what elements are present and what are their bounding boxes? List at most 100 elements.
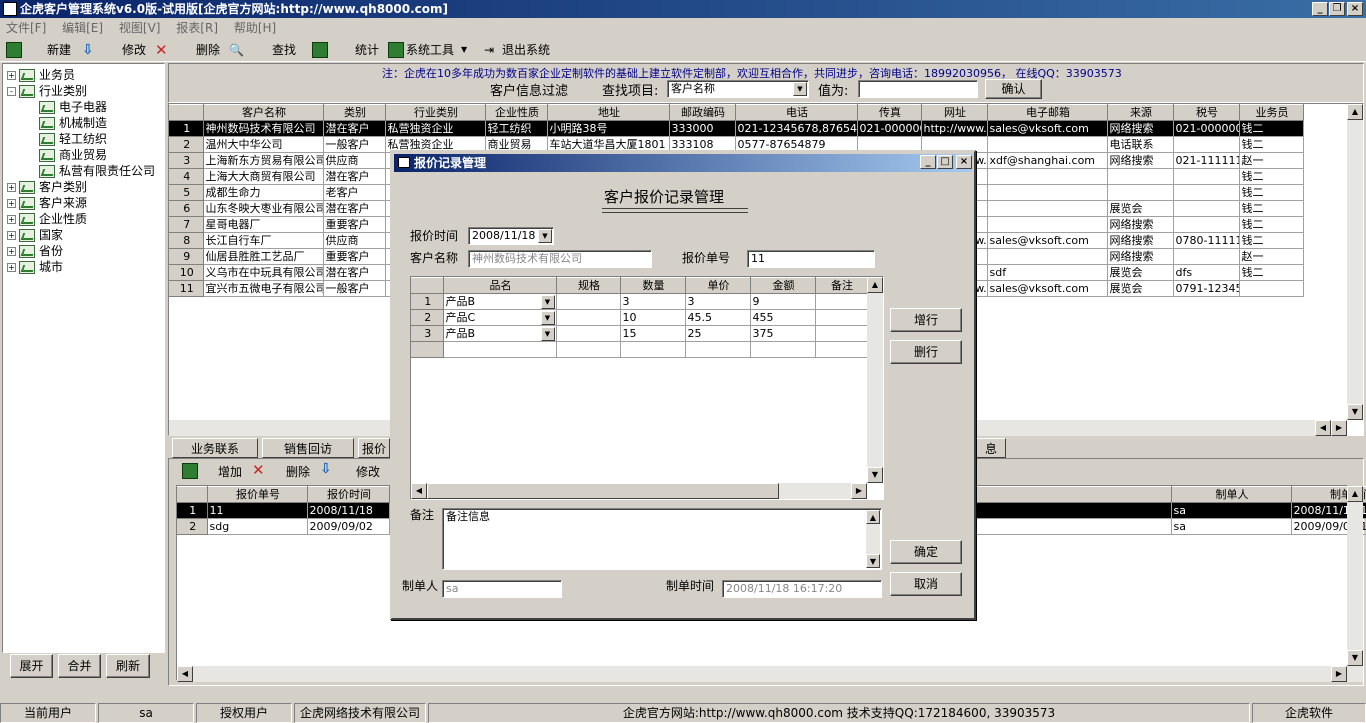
table-cell[interactable]: 钱二	[1239, 136, 1304, 153]
tree-item[interactable]: 商业贸易	[39, 147, 107, 163]
table-cell[interactable]	[556, 293, 621, 310]
table-cell[interactable]: 轻工纺织	[485, 120, 548, 137]
dialog-minimize-button[interactable]: _	[920, 155, 936, 169]
tree-item[interactable]: 私营有限责任公司	[39, 163, 155, 179]
table-cell[interactable]: sdf	[987, 264, 1108, 281]
filter-field-select[interactable]: 客户名称 ▼	[667, 80, 809, 98]
scroll-down-icon[interactable]: ▼	[866, 554, 880, 568]
restore-button[interactable]: ❐	[1329, 2, 1345, 16]
table-cell[interactable]: 网络搜索	[1107, 216, 1174, 233]
minimize-button[interactable]: _	[1312, 2, 1328, 16]
cust-column-header[interactable]: 税号	[1173, 104, 1240, 121]
tree-item[interactable]: + 企业性质	[7, 211, 87, 227]
table-cell[interactable]	[987, 136, 1108, 153]
expand-button[interactable]: 展开	[10, 654, 53, 678]
delete-button[interactable]: 删除	[196, 40, 220, 60]
table-cell[interactable]: 赵一	[1239, 152, 1304, 169]
table-cell[interactable]	[556, 309, 621, 326]
table-cell[interactable]: 潜在客户	[323, 168, 386, 185]
scroll-left-icon[interactable]: ◀	[1315, 420, 1331, 436]
category-tree[interactable]: + 业务员 - 行业类别 电子电器 机械制造 轻工纺织 商业贸易 私营有限责任公司 + 客户类别 + 客…	[2, 63, 165, 653]
table-cell[interactable]: 11	[207, 502, 308, 519]
date-input[interactable]: 2008/11/18 ▼	[468, 227, 554, 245]
table-cell[interactable]: 电话联系	[1107, 136, 1174, 153]
expand-plus-icon[interactable]: +	[7, 71, 16, 80]
table-cell[interactable]: 上海大大商贸有限公司	[203, 168, 324, 185]
tree-item[interactable]: + 城市	[7, 259, 63, 275]
table-cell[interactable]: 义乌市在中玩具有限公司	[203, 264, 324, 281]
expand-plus-icon[interactable]: +	[7, 263, 16, 272]
table-cell[interactable]: 钱二	[1239, 120, 1304, 137]
table-cell[interactable]: 2008/11/18	[307, 502, 390, 519]
table-cell[interactable]: 一般客户	[323, 136, 386, 153]
table-cell[interactable]: 温州大中华公司	[203, 136, 324, 153]
expand-plus-icon[interactable]: +	[7, 231, 16, 240]
table-cell[interactable]: 山东冬映大枣业有限公司	[203, 200, 324, 217]
chevron-down-icon[interactable]: ▼	[540, 295, 555, 309]
expand-plus-icon[interactable]: +	[7, 199, 16, 208]
tools-button[interactable]: 系统工具	[406, 40, 454, 60]
table-cell[interactable]	[1173, 216, 1240, 233]
chevron-down-icon[interactable]: ▼	[540, 327, 555, 341]
search-button[interactable]: 查找	[272, 40, 296, 60]
table-cell[interactable]	[556, 325, 621, 342]
tree-item[interactable]: + 业务员	[7, 67, 75, 83]
table-cell[interactable]	[987, 168, 1108, 185]
dialog-close-button[interactable]: ×	[956, 155, 972, 169]
table-cell[interactable]: 2009/09/02	[307, 518, 390, 535]
menu-report[interactable]: 报表[R]	[176, 18, 218, 38]
table-cell[interactable]: 钱二	[1239, 216, 1304, 233]
table-cell[interactable]	[1107, 184, 1174, 201]
items-grid[interactable]: 品名 规格 数量 单价 金额 备注 1 产品B ▼ 3 3 9 2 产品C ▼ 10 45.5 455…	[410, 276, 884, 500]
table-cell[interactable]: 9	[750, 293, 816, 310]
table-cell[interactable]	[556, 341, 621, 358]
items-vscroll[interactable]: ▲ ▼	[867, 277, 883, 483]
table-cell[interactable]: 仙居县胜胜工艺品厂	[203, 248, 324, 265]
table-cell[interactable]	[685, 341, 751, 358]
table-cell[interactable]: 钱二	[1239, 168, 1304, 185]
items-hscroll[interactable]: ◀ ▶	[411, 483, 867, 499]
tab-sales-visit[interactable]: 销售回访	[262, 438, 354, 458]
sub-edit-button[interactable]: 修改	[356, 463, 380, 480]
hscroll-thumb[interactable]	[427, 483, 779, 499]
scroll-right-icon[interactable]: ▶	[1331, 420, 1347, 436]
table-cell[interactable]: sales@vksoft.com	[987, 120, 1108, 137]
quote-no-input[interactable]: 11	[747, 250, 875, 268]
table-cell[interactable]: 长江自行车厂	[203, 232, 324, 249]
chevron-down-icon[interactable]: ▼	[538, 229, 552, 243]
add-row-button[interactable]: 增行	[890, 308, 962, 332]
scroll-up-icon[interactable]: ▲	[866, 510, 880, 524]
table-cell[interactable]: 网络搜索	[1107, 120, 1174, 137]
table-cell[interactable]: 钱二	[1239, 184, 1304, 201]
remark-textarea[interactable]: 备注信息 ▲ ▼	[442, 508, 882, 570]
cust-column-header[interactable]: 地址	[547, 104, 670, 121]
table-row[interactable]: 2 产品C ▼ 10 45.5 455	[411, 309, 868, 326]
add-button[interactable]: 增加	[218, 463, 242, 480]
tree-item[interactable]: + 国家	[7, 227, 63, 243]
close-button[interactable]: ×	[1347, 2, 1363, 16]
items-header-spec[interactable]: 规格	[556, 277, 621, 294]
scroll-right-icon[interactable]: ▶	[1331, 666, 1347, 682]
table-cell[interactable]: 成都生命力	[203, 184, 324, 201]
table-cell[interactable]	[620, 341, 686, 358]
table-cell[interactable]	[987, 248, 1108, 265]
table-cell[interactable]	[987, 200, 1108, 217]
cust-column-header[interactable]: 网址	[921, 104, 988, 121]
edit-button[interactable]: 修改	[122, 40, 146, 60]
table-cell[interactable]: 021-0000000	[1173, 120, 1240, 137]
scroll-down-icon[interactable]: ▼	[1347, 404, 1363, 420]
items-header-remark[interactable]: 备注	[815, 277, 868, 294]
product-select[interactable]: 产品B ▼	[443, 325, 557, 342]
table-cell[interactable]: sales@vksoft.com	[987, 232, 1108, 249]
quote-header-no[interactable]: 报价单号	[207, 486, 308, 503]
table-cell[interactable]	[443, 341, 557, 358]
table-cell[interactable]: 021-1111111	[1173, 152, 1240, 169]
table-row[interactable]: 3 产品B ▼ 15 25 375	[411, 325, 868, 342]
table-cell[interactable]	[815, 309, 868, 326]
new-button[interactable]: 新建	[47, 40, 71, 60]
table-cell[interactable]	[987, 184, 1108, 201]
table-cell[interactable]: 小明路38号	[547, 120, 670, 137]
menu-view[interactable]: 视图[V]	[119, 18, 161, 38]
table-cell[interactable]	[987, 216, 1108, 233]
table-cell[interactable]: 网络搜索	[1107, 232, 1174, 249]
